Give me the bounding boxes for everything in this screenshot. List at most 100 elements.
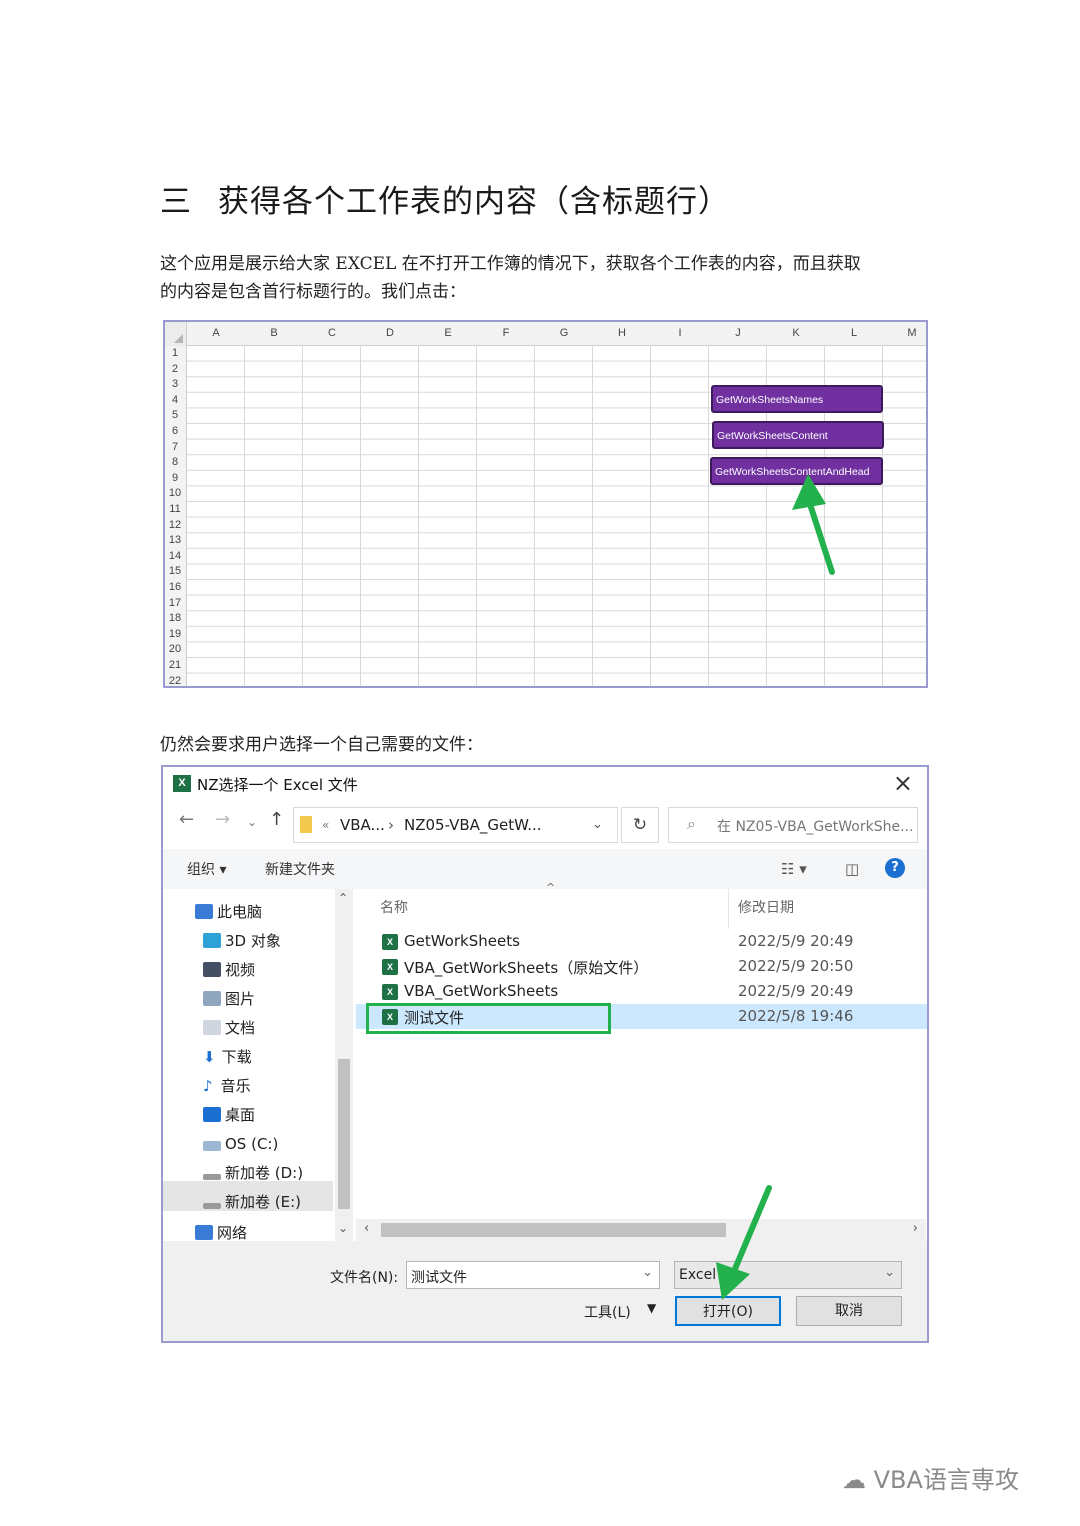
scroll-up-icon[interactable]: ⌃: [338, 891, 348, 905]
recent-locations-chevron-icon[interactable]: ⌄: [247, 815, 257, 829]
column-header[interactable]: A: [187, 327, 245, 339]
nav-drive-e[interactable]: 新加卷 (E:): [203, 1189, 301, 1215]
column-header[interactable]: H: [593, 327, 651, 339]
up-arrow-icon[interactable]: ↑: [269, 809, 284, 830]
nav-label: 网络: [217, 1225, 248, 1241]
filetype-select[interactable]: Excel F... ⌄: [674, 1261, 902, 1289]
nav-videos[interactable]: 视频: [203, 957, 255, 983]
row-header[interactable]: 8: [165, 456, 185, 468]
row-header[interactable]: 17: [165, 597, 185, 609]
column-header[interactable]: J: [709, 327, 767, 339]
nav-pictures[interactable]: 图片: [203, 986, 255, 1012]
row-header[interactable]: 6: [165, 425, 185, 437]
nav-label: OS (C:): [225, 1135, 279, 1153]
nav-this-pc[interactable]: 此电脑: [195, 899, 262, 925]
row-header[interactable]: 11: [165, 503, 185, 515]
get-worksheets-content-button[interactable]: GetWorkSheetsContent: [712, 421, 884, 449]
get-worksheets-content-and-head-button[interactable]: GetWorkSheetsContentAndHead: [710, 457, 883, 485]
forward-arrow-icon[interactable]: →: [215, 809, 230, 830]
column-header[interactable]: K: [767, 327, 825, 339]
file-row[interactable]: X GetWorkSheets 2022/5/9 20:49: [356, 929, 927, 954]
nav-vertical-scrollbar[interactable]: ⌃ ⌄: [335, 889, 353, 1241]
filename-input[interactable]: 测试文件 ⌄: [406, 1261, 660, 1289]
file-list-horizontal-scrollbar[interactable]: ‹ ›: [356, 1219, 926, 1241]
breadcrumb-more[interactable]: «: [322, 818, 329, 832]
back-arrow-icon[interactable]: ←: [179, 809, 194, 830]
close-icon[interactable]: ×: [893, 769, 913, 797]
nav-network[interactable]: 网络: [195, 1225, 247, 1241]
row-header[interactable]: 16: [165, 581, 185, 593]
row-header[interactable]: 13: [165, 534, 185, 546]
column-separator[interactable]: [728, 889, 729, 929]
row-header[interactable]: 20: [165, 643, 185, 655]
breadcrumb-vba[interactable]: VBA...: [340, 816, 385, 834]
column-header[interactable]: F: [477, 327, 535, 339]
breadcrumb-nz05[interactable]: NZ05-VBA_GetW...: [404, 816, 542, 834]
download-icon: ⬇: [203, 1048, 216, 1066]
row-header[interactable]: 21: [165, 659, 185, 671]
nav-drive-d[interactable]: 新加卷 (D:): [203, 1160, 303, 1186]
help-icon[interactable]: ?: [885, 858, 905, 878]
address-dropdown-icon[interactable]: ⌄: [592, 817, 603, 832]
new-folder-button[interactable]: 新建文件夹: [265, 859, 335, 879]
nav-downloads[interactable]: ⬇ 下载: [203, 1044, 252, 1070]
row-header[interactable]: 4: [165, 394, 185, 406]
scroll-left-icon[interactable]: ‹: [364, 1221, 369, 1236]
cube-icon: [203, 933, 221, 948]
row-header[interactable]: 19: [165, 628, 185, 640]
column-header[interactable]: L: [825, 327, 883, 339]
folder-icon: [300, 816, 312, 833]
chevron-down-icon[interactable]: ⌄: [884, 1265, 895, 1280]
scroll-thumb[interactable]: [381, 1223, 726, 1237]
nav-desktop[interactable]: 桌面: [203, 1102, 255, 1128]
search-box[interactable]: ⌕ 在 NZ05-VBA_GetWorkShe...: [668, 807, 918, 843]
get-worksheets-names-button[interactable]: GetWorkSheetsNames: [711, 385, 883, 413]
column-header[interactable]: I: [651, 327, 709, 339]
view-options-icon[interactable]: ☷ ▾: [781, 860, 807, 878]
column-header[interactable]: C: [303, 327, 361, 339]
file-row[interactable]: X VBA_GetWorkSheets（原始文件） 2022/5/9 20:50: [356, 954, 927, 979]
row-header[interactable]: 22: [165, 675, 185, 686]
chevron-down-icon[interactable]: ⌄: [642, 1265, 653, 1280]
tools-menu[interactable]: 工具(L): [584, 1302, 631, 1322]
file-row[interactable]: X VBA_GetWorkSheets 2022/5/9 20:49: [356, 979, 927, 1004]
select-all-corner[interactable]: [165, 322, 187, 346]
row-header[interactable]: 2: [165, 363, 185, 375]
row-header[interactable]: 1: [165, 347, 185, 359]
refresh-icon[interactable]: ↻: [621, 807, 659, 843]
nav-documents[interactable]: 文档: [203, 1015, 255, 1041]
row-header[interactable]: 15: [165, 565, 185, 577]
column-header[interactable]: M: [883, 327, 926, 339]
dialog-title: NZ选择一个 Excel 文件: [197, 776, 358, 794]
row-header[interactable]: 14: [165, 550, 185, 562]
file-date: 2022/5/8 19:46: [738, 1007, 854, 1025]
row-header[interactable]: 10: [165, 487, 185, 499]
row-header[interactable]: 3: [165, 378, 185, 390]
nav-drive-c[interactable]: OS (C:): [203, 1131, 278, 1157]
column-header[interactable]: D: [361, 327, 419, 339]
tools-dropdown-icon[interactable]: ▼: [647, 1301, 656, 1315]
row-header[interactable]: 5: [165, 409, 185, 421]
cancel-button[interactable]: 取消: [796, 1296, 902, 1326]
column-header[interactable]: E: [419, 327, 477, 339]
column-header[interactable]: G: [535, 327, 593, 339]
row-header[interactable]: 7: [165, 441, 185, 453]
scroll-thumb[interactable]: [338, 1059, 350, 1209]
organize-menu[interactable]: 组织 ▾: [187, 859, 226, 879]
column-header[interactable]: B: [245, 327, 303, 339]
preview-pane-icon[interactable]: ◫: [845, 860, 859, 878]
scroll-down-icon[interactable]: ⌄: [338, 1221, 348, 1235]
nav-music[interactable]: ♪ 音乐: [203, 1073, 251, 1099]
open-button[interactable]: 打开(O): [675, 1296, 781, 1326]
nav-label: 文档: [225, 1019, 256, 1037]
scroll-right-icon[interactable]: ›: [913, 1221, 918, 1236]
row-header[interactable]: 18: [165, 612, 185, 624]
nav-label: 此电脑: [217, 903, 263, 921]
column-name-header[interactable]: 名称: [380, 897, 408, 917]
address-bar[interactable]: « VBA... › NZ05-VBA_GetW... ⌄: [293, 807, 618, 843]
search-icon: ⌕: [687, 814, 696, 833]
row-header[interactable]: 9: [165, 472, 185, 484]
nav-3d-objects[interactable]: 3D 对象: [203, 928, 281, 954]
row-header[interactable]: 12: [165, 519, 185, 531]
column-modified-header[interactable]: 修改日期: [738, 897, 794, 917]
